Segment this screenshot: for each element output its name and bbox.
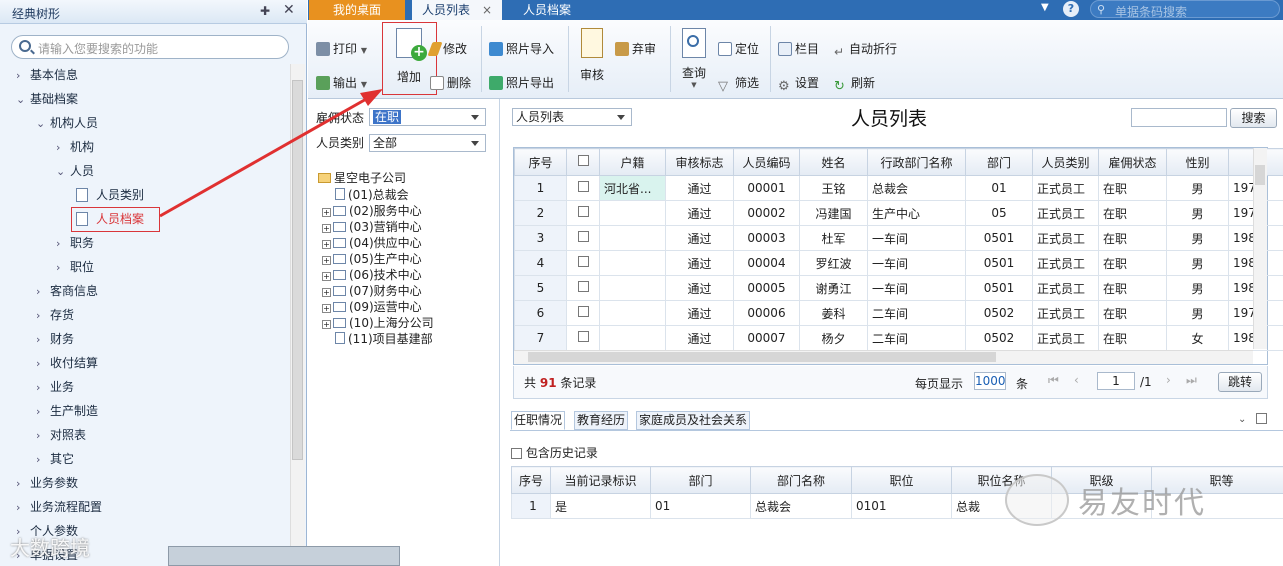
annotation-arrow	[159, 89, 383, 218]
